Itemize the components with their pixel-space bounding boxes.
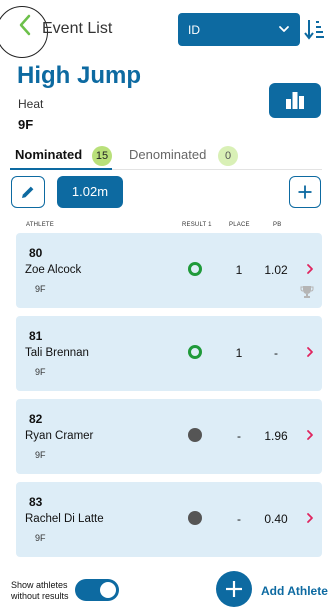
nominated-count-badge: 15 [92, 146, 112, 166]
bar-chart-icon [286, 92, 304, 109]
results-chart-button[interactable] [269, 83, 321, 118]
chevron-right-icon [307, 430, 313, 440]
denominated-count-badge: 0 [218, 146, 238, 166]
show-athletes-toggle-label: Show athletes without results [11, 580, 69, 602]
athlete-card[interactable]: 83 Rachel Di Latte 9F - 0.40 [16, 482, 322, 557]
event-title: High Jump [17, 62, 141, 89]
result-pass-icon[interactable] [188, 345, 202, 359]
result-empty-icon[interactable] [188, 511, 202, 525]
sort-select[interactable]: ID [178, 13, 300, 46]
bar-height-button[interactable]: 1.02m [57, 176, 123, 208]
add-button[interactable] [289, 176, 321, 208]
pencil-icon [22, 186, 34, 198]
trophy-icon [300, 286, 314, 298]
athlete-card[interactable]: 80 Zoe Alcock 9F 1 1.02 [16, 233, 322, 308]
add-athlete-button[interactable] [216, 571, 252, 607]
toggle-label-line1: Show athletes [11, 580, 68, 590]
athlete-card[interactable]: 82 Ryan Cramer 9F - 1.96 [16, 399, 322, 474]
sort-icon[interactable] [304, 18, 324, 40]
athlete-pb: 0.40 [264, 512, 288, 526]
tab-nominated[interactable]: Nominated [15, 147, 82, 169]
athlete-pb: 1.96 [264, 429, 288, 443]
event-class: 9F [18, 117, 34, 132]
athlete-class: 9F [35, 284, 46, 294]
athlete-name: Ryan Cramer [25, 430, 94, 442]
column-header-result: RESULT 1 [182, 222, 212, 228]
active-tab-indicator [10, 168, 112, 170]
athlete-class: 9F [35, 533, 46, 543]
column-header-place: PLACE [229, 222, 250, 228]
athlete-class: 9F [35, 450, 46, 460]
athlete-bib: 81 [29, 329, 43, 343]
chevron-right-icon [307, 264, 313, 274]
athlete-name: Rachel Di Latte [25, 513, 104, 525]
plus-icon [298, 185, 312, 199]
toggle-label-line2: without results [11, 591, 69, 601]
athlete-place: 1 [235, 346, 243, 360]
tab-denominated[interactable]: Denominated [129, 147, 206, 169]
chevron-left-icon [19, 14, 31, 36]
sort-select-value: ID [188, 23, 200, 37]
add-athlete-label[interactable]: Add Athlete [261, 584, 328, 598]
athlete-pb: 1.02 [264, 263, 288, 277]
athlete-name: Tali Brennan [25, 347, 89, 359]
column-header-pb: PB [273, 222, 282, 228]
athlete-bib: 80 [29, 246, 43, 260]
top-bar: Event List ID [0, 0, 329, 62]
result-empty-icon[interactable] [188, 428, 202, 442]
event-round: Heat [18, 97, 44, 111]
athlete-name: Zoe Alcock [25, 264, 82, 276]
edit-button[interactable] [11, 176, 45, 208]
athlete-class: 9F [35, 367, 46, 377]
athlete-bib: 83 [29, 495, 43, 509]
athlete-place: 1 [235, 263, 243, 277]
result-pass-icon[interactable] [188, 262, 202, 276]
athlete-pb: - [274, 346, 278, 360]
back-label[interactable]: Event List [42, 20, 112, 38]
athlete-place: - [237, 429, 241, 443]
column-header-athlete: ATHLETE [26, 222, 54, 228]
show-athletes-toggle[interactable] [75, 579, 119, 601]
athlete-place: - [237, 512, 241, 526]
athlete-card[interactable]: 81 Tali Brennan 9F 1 - [16, 316, 322, 391]
chevron-down-icon [279, 26, 289, 32]
chevron-right-icon [307, 347, 313, 357]
plus-icon [226, 581, 242, 597]
toggle-knob [100, 582, 116, 598]
athlete-bib: 82 [29, 412, 43, 426]
chevron-right-icon [307, 513, 313, 523]
